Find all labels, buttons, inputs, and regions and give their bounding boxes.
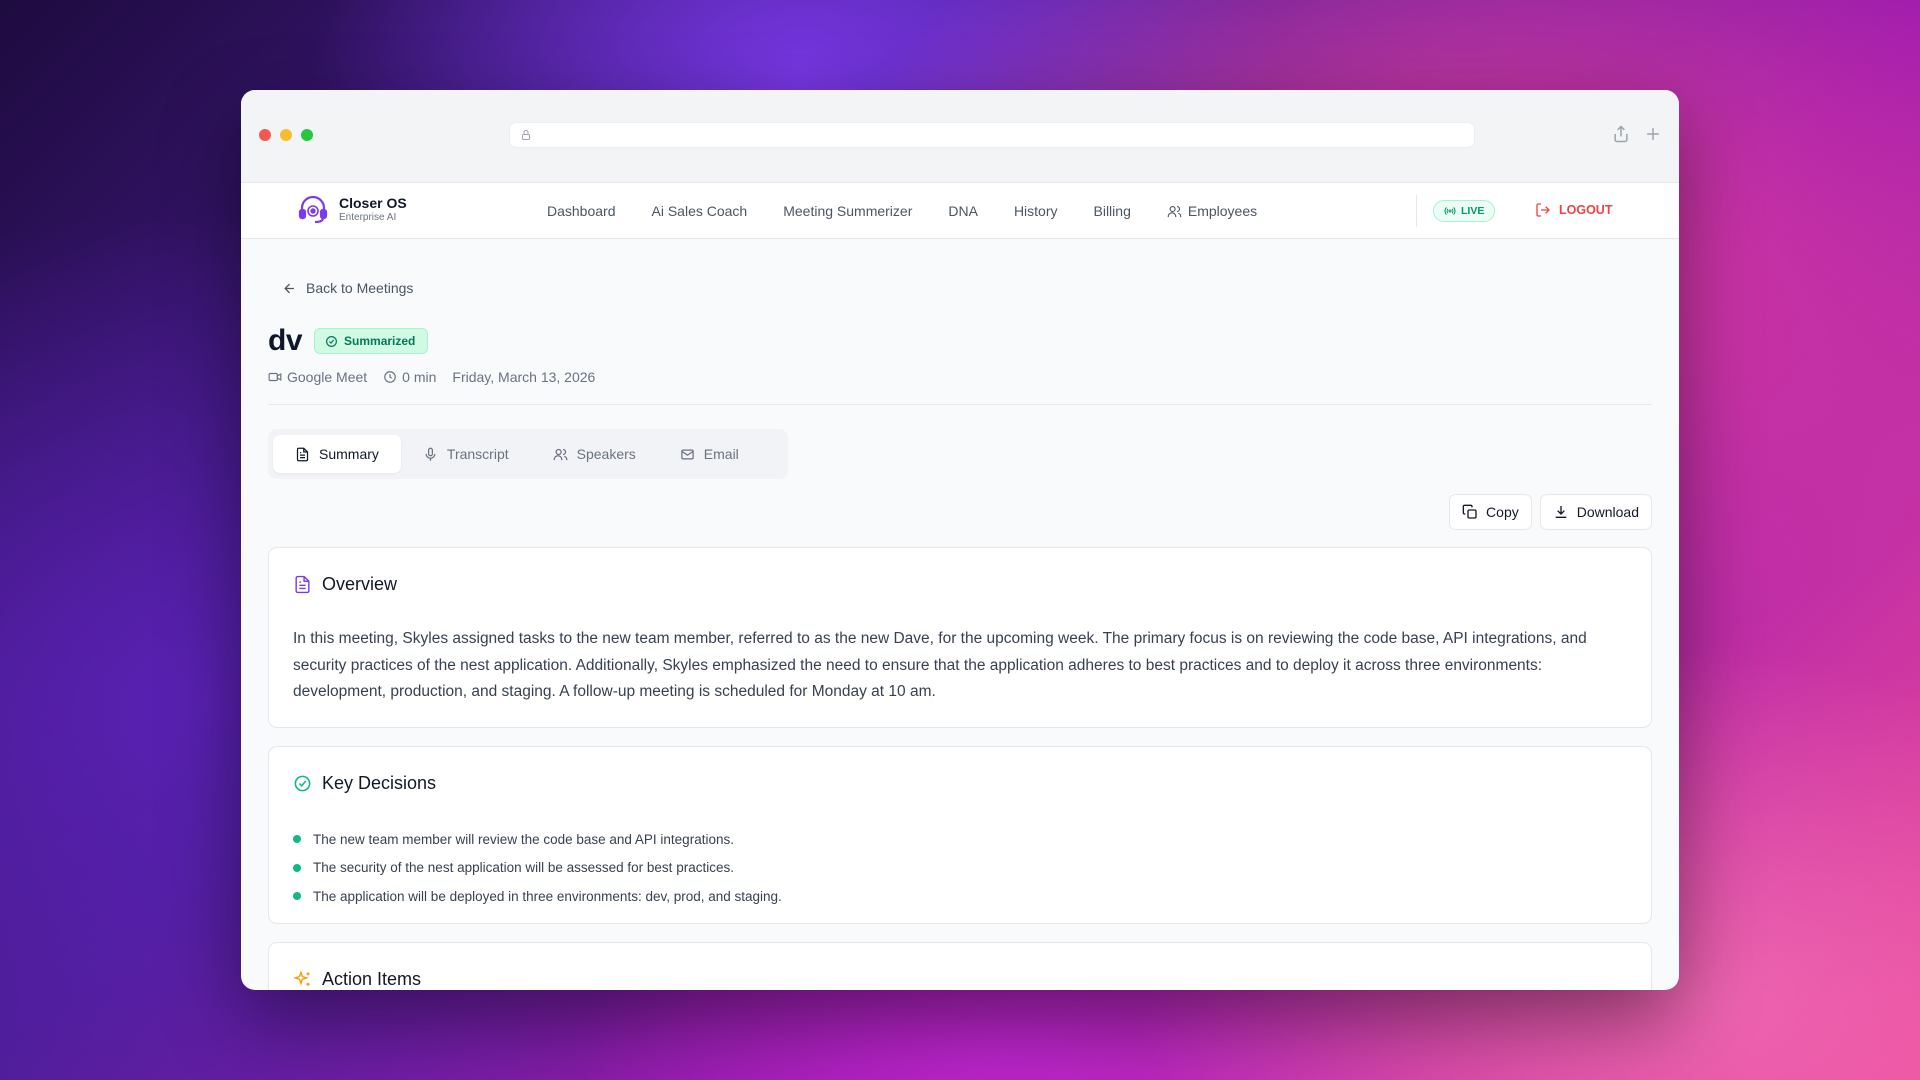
decision-text: The application will be deployed in thre… bbox=[313, 888, 782, 904]
key-decisions-title: Key Decisions bbox=[322, 773, 437, 793]
tab-email[interactable]: Email bbox=[658, 435, 761, 473]
video-icon bbox=[268, 372, 282, 382]
meeting-platform: Google Meet bbox=[268, 369, 367, 385]
header-divider bbox=[268, 404, 1652, 405]
logout-icon bbox=[1536, 203, 1550, 217]
tab-summary-label: Summary bbox=[319, 446, 379, 462]
mail-icon bbox=[681, 449, 694, 459]
overview-title: Overview bbox=[322, 574, 398, 594]
meeting-duration: 0 min bbox=[383, 369, 436, 385]
logout-label: LOGOUT bbox=[1559, 203, 1613, 217]
clock-icon bbox=[384, 371, 397, 383]
brand-name: Closer OS bbox=[339, 194, 407, 211]
decision-text: The new team member will review the code… bbox=[313, 831, 734, 847]
overview-text: In this meeting, Skyles assigned tasks t… bbox=[293, 630, 1587, 700]
nav-employees[interactable]: Employees bbox=[1167, 203, 1257, 219]
duration-label: 0 min bbox=[402, 369, 437, 385]
live-label: LIVE bbox=[1461, 205, 1485, 217]
list-item: The new team member will review the code… bbox=[293, 825, 782, 854]
status-label: Summarized bbox=[344, 334, 416, 348]
broadcast-icon bbox=[1444, 207, 1456, 215]
live-badge: LIVE bbox=[1433, 200, 1496, 222]
meeting-meta: Google Meet 0 min Friday, March 13, 2026 bbox=[268, 369, 595, 385]
nav-ai-sales-coach[interactable]: Ai Sales Coach bbox=[652, 203, 748, 219]
copy-label: Copy bbox=[1486, 504, 1519, 520]
copy-button[interactable]: Copy bbox=[1449, 494, 1532, 530]
list-item: The security of the nest application wil… bbox=[293, 854, 782, 883]
window-controls bbox=[259, 129, 313, 141]
overview-header: Overview bbox=[293, 574, 397, 595]
nav-employees-label: Employees bbox=[1187, 203, 1258, 219]
copy-icon bbox=[1462, 504, 1477, 519]
tab-transcript-label: Transcript bbox=[446, 446, 509, 462]
headset-logo-icon bbox=[298, 195, 328, 224]
status-badge: Summarized bbox=[314, 328, 429, 354]
close-window-button[interactable] bbox=[259, 129, 271, 141]
nav-billing[interactable]: Billing bbox=[1094, 203, 1131, 219]
check-circle-icon bbox=[326, 335, 337, 347]
page-title: dv bbox=[268, 324, 303, 357]
tab-summary[interactable]: Summary bbox=[273, 435, 401, 473]
logout-button[interactable]: LOGOUT bbox=[1535, 202, 1612, 218]
download-label: Download bbox=[1576, 504, 1639, 520]
bullet-dot bbox=[293, 835, 301, 844]
action-items-card: Action Items bbox=[268, 942, 1652, 990]
list-item: The application will be deployed in thre… bbox=[293, 882, 782, 911]
arrow-left-icon bbox=[284, 283, 294, 293]
key-decisions-header: Key Decisions bbox=[293, 773, 436, 794]
main-nav: Dashboard Ai Sales Coach Meeting Summeri… bbox=[547, 183, 1257, 239]
decision-text: The security of the nest application wil… bbox=[313, 860, 734, 876]
address-bar[interactable] bbox=[509, 122, 1475, 148]
tab-speakers-label: Speakers bbox=[576, 446, 636, 462]
microphone-icon bbox=[425, 447, 436, 461]
lock-icon bbox=[522, 130, 530, 140]
download-icon bbox=[1555, 506, 1567, 518]
sparkles-icon bbox=[293, 970, 310, 986]
minimize-window-button[interactable] bbox=[280, 129, 292, 141]
key-decisions-card: Key Decisions The new team member will r… bbox=[268, 746, 1652, 924]
plus-icon[interactable] bbox=[1643, 124, 1663, 144]
overview-card: Overview In this meeting, Skyles assigne… bbox=[268, 547, 1652, 728]
tab-transcript[interactable]: Transcript bbox=[401, 435, 531, 473]
action-items-header: Action Items bbox=[293, 969, 421, 990]
action-items-title: Action Items bbox=[322, 969, 422, 989]
nav-dashboard[interactable]: Dashboard bbox=[547, 203, 616, 219]
download-button[interactable]: Download bbox=[1539, 494, 1652, 530]
app-navbar: Closer OS Enterprise AI Dashboard Ai Sal… bbox=[241, 183, 1679, 239]
file-text-icon bbox=[296, 447, 309, 461]
bullet-dot bbox=[293, 863, 301, 872]
check-circle-icon bbox=[294, 775, 311, 792]
file-text-icon bbox=[295, 575, 310, 594]
users-icon bbox=[553, 448, 567, 460]
meeting-header: dv Summarized bbox=[268, 324, 429, 358]
browser-titlebar bbox=[241, 90, 1679, 183]
nav-meeting-summerizer[interactable]: Meeting Summerizer bbox=[783, 203, 912, 219]
brand[interactable]: Closer OS Enterprise AI bbox=[296, 192, 407, 226]
bullet-dot bbox=[293, 892, 301, 901]
nav-divider bbox=[1416, 195, 1417, 227]
brand-subtitle: Enterprise AI bbox=[339, 211, 397, 223]
back-to-meetings-link[interactable]: Back to Meetings bbox=[282, 280, 413, 296]
back-label: Back to Meetings bbox=[306, 280, 414, 296]
nav-dna[interactable]: DNA bbox=[948, 203, 978, 219]
summary-actions: Copy Download bbox=[1449, 494, 1652, 530]
nav-history[interactable]: History bbox=[1014, 203, 1058, 219]
meeting-date: Friday, March 13, 2026 bbox=[452, 369, 596, 385]
users-icon bbox=[1167, 205, 1182, 217]
platform-label: Google Meet bbox=[287, 369, 368, 385]
tab-speakers[interactable]: Speakers bbox=[531, 435, 658, 473]
detail-tabs: Summary Transcript Speakers Email bbox=[268, 429, 788, 479]
maximize-window-button[interactable] bbox=[301, 129, 313, 141]
browser-window: Closer OS Enterprise AI Dashboard Ai Sal… bbox=[241, 90, 1679, 990]
share-icon[interactable] bbox=[1611, 124, 1631, 144]
tab-email-label: Email bbox=[703, 446, 739, 462]
key-decisions-list: The new team member will review the code… bbox=[293, 825, 782, 911]
